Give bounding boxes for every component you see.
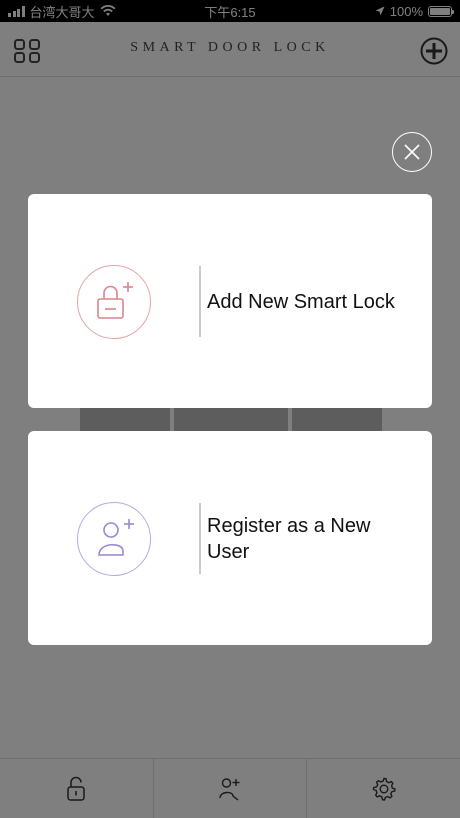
add-smart-lock-label: Add New Smart Lock <box>207 291 395 313</box>
card-divider <box>199 266 201 337</box>
close-icon <box>404 144 420 160</box>
user-plus-icon <box>98 519 134 556</box>
close-button[interactable] <box>392 132 432 172</box>
user-icon-circle <box>77 502 151 576</box>
register-user-card[interactable]: Register as a New User <box>28 431 432 645</box>
card-divider <box>199 503 201 574</box>
lock-plus-icon <box>97 282 133 319</box>
lock-icon-circle <box>77 265 151 339</box>
modal-overlay[interactable]: Add New Smart Lock Register as a New Use… <box>0 0 460 818</box>
add-smart-lock-card[interactable]: Add New Smart Lock <box>28 194 432 408</box>
register-user-label: Register as a New User <box>207 515 371 563</box>
